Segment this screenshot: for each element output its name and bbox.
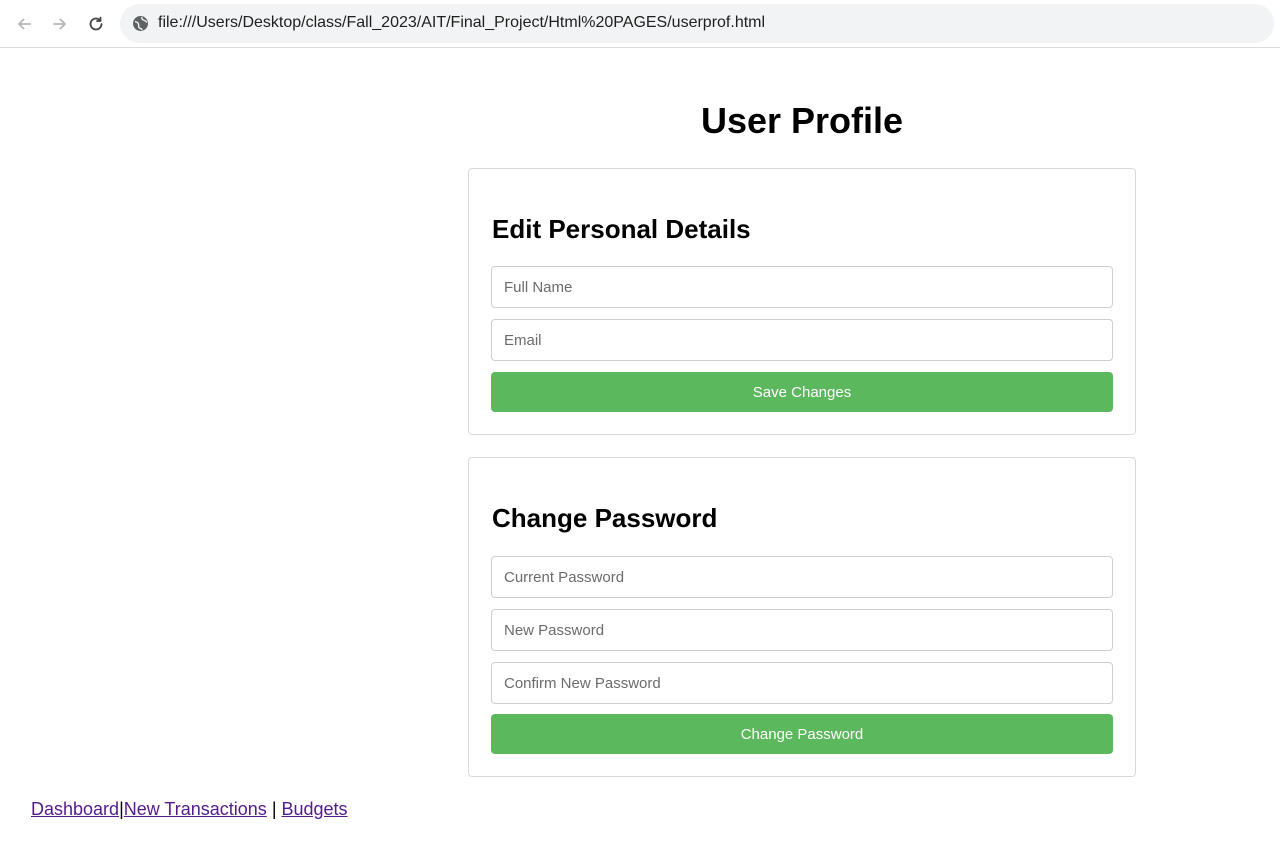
page-title: User Profile — [700, 100, 904, 141]
url-text[interactable]: file:///Users/Desktop/class/Fall_2023/AI… — [158, 14, 765, 32]
confirm-password-input[interactable] — [491, 662, 1113, 704]
forward-arrow-icon[interactable] — [47, 11, 73, 37]
email-input[interactable] — [491, 319, 1113, 361]
change-password-card: Change Password Change Password — [468, 457, 1136, 777]
change-password-button[interactable]: Change Password — [491, 714, 1113, 754]
full-name-input[interactable] — [491, 266, 1113, 308]
footer-nav: Dashboard|New Transactions | Budgets — [31, 799, 348, 820]
new-transactions-link[interactable]: New Transactions — [124, 799, 267, 819]
current-password-input[interactable] — [491, 556, 1113, 598]
change-password-heading: Change Password — [492, 503, 718, 533]
address-bar[interactable]: file:///Users/Desktop/class/Fall_2023/AI… — [120, 4, 1274, 43]
personal-details-heading: Edit Personal Details — [492, 214, 751, 244]
footer-separator: | — [266, 799, 282, 819]
dashboard-link[interactable]: Dashboard — [31, 799, 119, 819]
personal-details-card: Edit Personal Details Save Changes — [468, 168, 1136, 435]
new-password-input[interactable] — [491, 609, 1113, 651]
globe-icon[interactable] — [132, 15, 149, 32]
budgets-link[interactable]: Budgets — [282, 799, 348, 819]
browser-toolbar: file:///Users/Desktop/class/Fall_2023/AI… — [0, 0, 1280, 48]
save-changes-button[interactable]: Save Changes — [491, 372, 1113, 412]
back-arrow-icon[interactable] — [11, 11, 37, 37]
reload-icon[interactable] — [83, 11, 109, 37]
